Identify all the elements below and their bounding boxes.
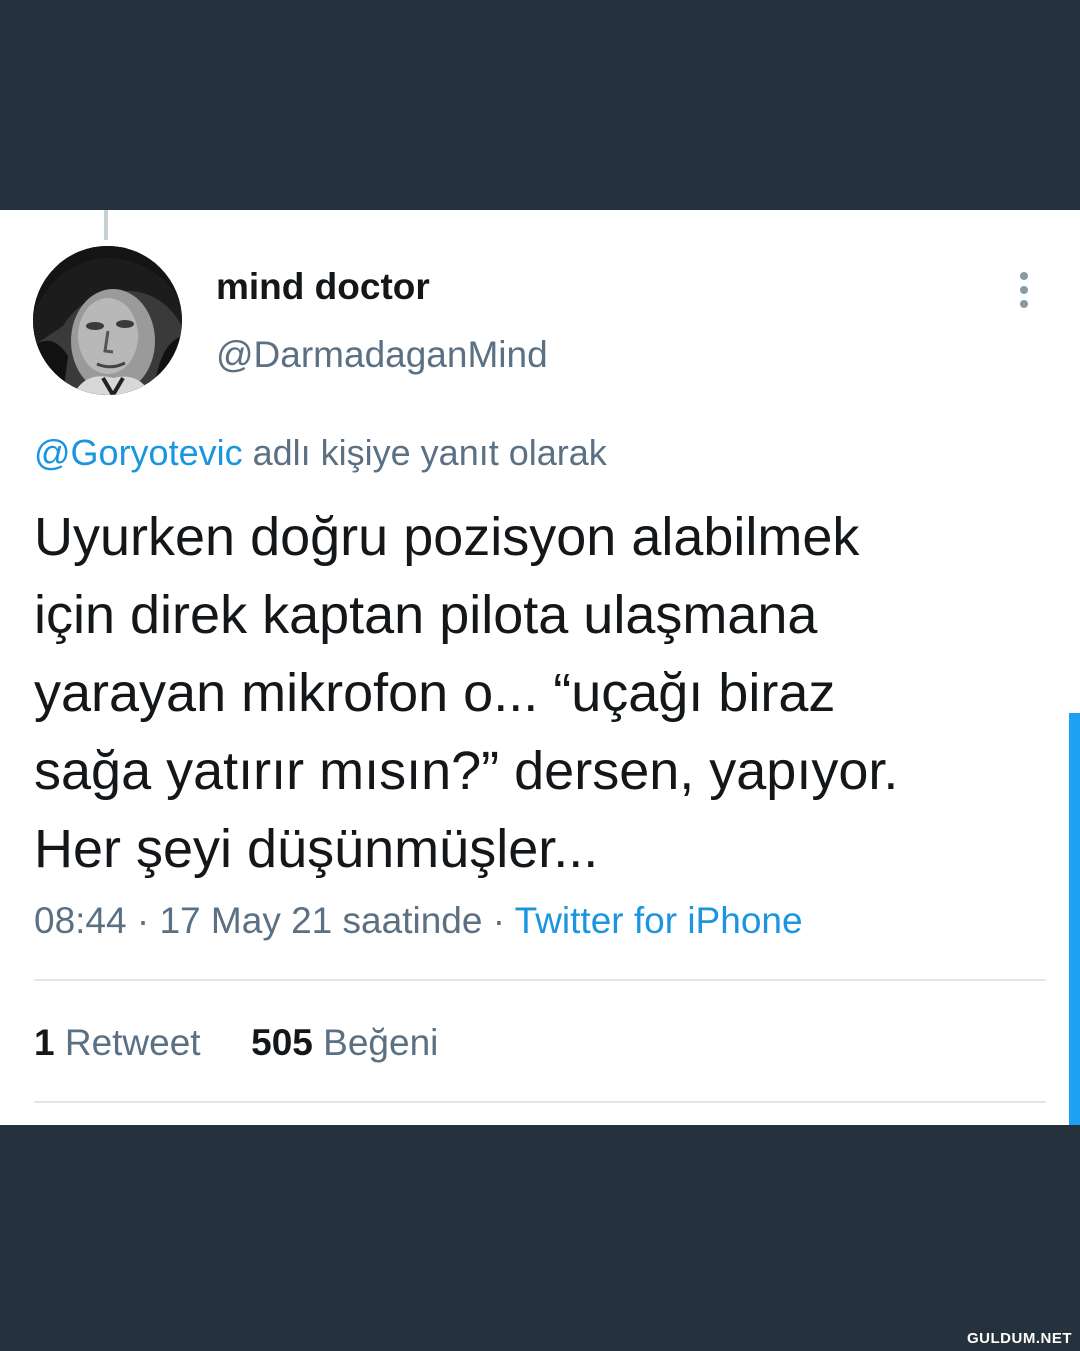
- meta-separator: ·: [126, 900, 160, 941]
- like-count-link[interactable]: 505 Beğeni: [251, 1022, 438, 1063]
- tweet-text-line: sağa yatırır mısın?” dersen, yapıyor.: [34, 741, 899, 801]
- retweet-label: Retweet: [54, 1022, 201, 1063]
- watermark: GULDUM.NET: [967, 1330, 1072, 1347]
- tweet-meta: 08:44 · 17 May 21 saatinde · Twitter for…: [34, 900, 803, 942]
- retweet-count-link[interactable]: 1 Retweet: [34, 1022, 201, 1063]
- user-handle[interactable]: @DarmadaganMind: [216, 334, 548, 376]
- tweet-text-line: için direk kaptan pilota ulaşmana: [34, 585, 818, 645]
- reply-context: @Goryotevic adlı kişiye yanıt olarak: [34, 432, 607, 474]
- tweet-text: Uyurken doğru pozisyon alabilmek için di…: [34, 498, 1044, 888]
- reply-mention-link[interactable]: @Goryotevic: [34, 432, 243, 473]
- tweet-time[interactable]: 08:44: [34, 900, 127, 941]
- tweet-text-line: Uyurken doğru pozisyon alabilmek: [34, 507, 860, 567]
- more-vertical-icon[interactable]: [1010, 270, 1040, 310]
- avatar-image: [33, 246, 182, 395]
- reply-context-label: adlı kişiye yanıt olarak: [242, 432, 607, 473]
- divider: [34, 979, 1046, 981]
- tweet-stats: 1 Retweet 505 Beğeni: [34, 1022, 438, 1064]
- display-name[interactable]: mind doctor: [216, 266, 430, 308]
- tweet-source-link[interactable]: Twitter for iPhone: [515, 900, 803, 941]
- tweet-card: mind doctor @DarmadaganMind @Goryotevic …: [0, 210, 1080, 1125]
- tweet-date[interactable]: 17 May 21 saatinde: [159, 900, 482, 941]
- tweet-text-line: yarayan mikrofon o... “uçağı biraz: [34, 663, 836, 723]
- like-count: 505: [251, 1022, 313, 1063]
- scrollbar[interactable]: [1069, 713, 1080, 1125]
- retweet-count: 1: [34, 1022, 55, 1063]
- divider: [34, 1101, 1046, 1103]
- profile-avatar[interactable]: [33, 246, 182, 395]
- tweet-text-line: Her şeyi düşünmüşler...: [34, 819, 599, 879]
- like-label: Beğeni: [312, 1022, 439, 1063]
- thread-line: [104, 210, 108, 240]
- meta-separator: ·: [482, 900, 515, 941]
